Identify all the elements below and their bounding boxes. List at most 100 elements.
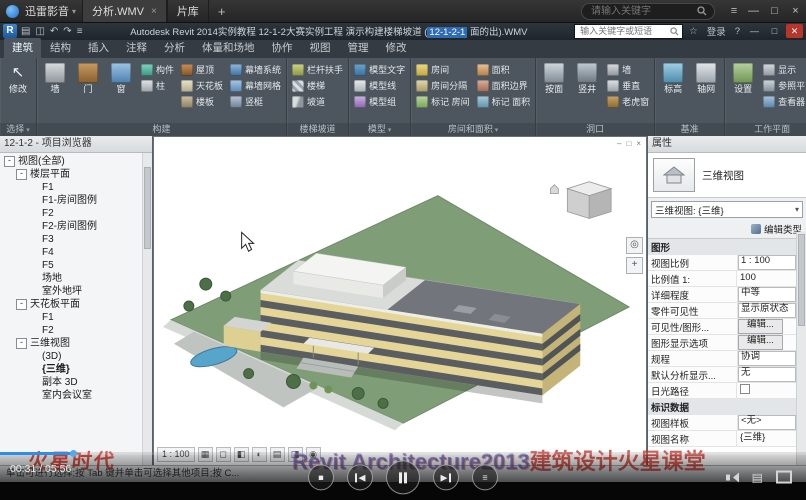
steering-wheel-icon[interactable]: ◎ [626, 237, 643, 254]
pause-button[interactable] [386, 460, 420, 494]
playlist-button[interactable]: ≡ [472, 464, 498, 490]
room-separator-button[interactable]: 房间分隔 [414, 78, 472, 93]
help-icon[interactable]: ? [732, 26, 743, 37]
ribbon-tab[interactable]: 视图 [302, 38, 339, 58]
type-selector[interactable]: 三维视图: {三维} ▾ [651, 201, 803, 218]
ceiling-button[interactable]: 天花板 [179, 78, 225, 93]
property-row[interactable]: 规程 协调 [648, 351, 797, 367]
ribbon-tab[interactable]: 注释 [118, 38, 155, 58]
wall-button[interactable]: 墙 [40, 60, 70, 121]
undo-icon[interactable]: ↶ [49, 26, 59, 37]
property-value[interactable]: 1 : 100 [737, 255, 796, 270]
curtain-grid-button[interactable]: 幕墙网格 [228, 78, 283, 93]
tree-item[interactable]: F4 [0, 246, 143, 259]
area-button[interactable]: 面积 [475, 62, 533, 77]
properties-scrollbar[interactable] [796, 232, 806, 466]
level-button[interactable]: 标高 [658, 60, 688, 121]
opening-by-face-button[interactable]: 按面 [539, 60, 569, 121]
tree-item[interactable]: {三维} [0, 363, 143, 376]
progress-knob[interactable] [70, 450, 77, 457]
property-row[interactable]: 零件可见性 显示原状态 [648, 303, 797, 319]
property-row[interactable]: 比例值 1: 100 [648, 271, 797, 287]
playlist-panel-icon[interactable]: ▤ [752, 471, 763, 483]
ribbon-tab[interactable]: 建筑 [4, 38, 41, 58]
component-button[interactable]: 构件 [139, 62, 176, 77]
zoom-icon[interactable]: + [626, 257, 643, 274]
column-button[interactable]: 柱 [139, 78, 176, 93]
grid-button[interactable]: 轴网 [691, 60, 721, 121]
property-row[interactable]: 图形 [648, 239, 797, 255]
property-row[interactable]: 默认分析显示... 无 [648, 367, 797, 383]
player-minimize-button[interactable]: — [743, 0, 764, 22]
property-value[interactable]: 100 [736, 271, 797, 286]
workplane-set-button[interactable]: 设置 [728, 60, 758, 121]
wall-opening-button[interactable]: 墙 [605, 62, 651, 77]
open-icon[interactable]: ▤ [20, 26, 31, 37]
tree-item[interactable]: 三维视图 [0, 337, 143, 350]
browser-scrollbar[interactable] [142, 153, 152, 466]
ribbon-tab[interactable]: 体量和场地 [194, 38, 263, 58]
ribbon-tab[interactable]: 结构 [42, 38, 79, 58]
stair-button[interactable]: 楼梯 [290, 78, 345, 93]
seek-bar[interactable] [0, 452, 806, 455]
tag-area-button[interactable]: 标记 面积 [475, 94, 533, 109]
tree-item[interactable]: F5 [0, 259, 143, 272]
revit-logo-icon[interactable]: R [3, 24, 17, 38]
tree-item[interactable]: F1-房间图例 [0, 194, 143, 207]
window-button[interactable]: 窗 [106, 60, 136, 121]
edit-type-button[interactable]: 编辑类型 [751, 222, 802, 236]
player-tab-library[interactable]: 片库 [167, 0, 209, 22]
player-search-box[interactable] [581, 3, 715, 20]
tree-expand-icon[interactable] [16, 338, 27, 349]
tree-item[interactable]: 室内会议室 [0, 389, 143, 402]
property-row[interactable]: 标识数据 [648, 399, 797, 415]
search-icon[interactable] [697, 6, 707, 16]
tree-item[interactable]: F1 [0, 181, 143, 194]
property-row[interactable]: 日光路径 [648, 383, 797, 399]
family-preview-box[interactable] [653, 158, 695, 192]
ribbon-tab[interactable]: 协作 [264, 38, 301, 58]
tree-item[interactable]: 场地 [0, 272, 143, 285]
revit-minimize-button[interactable]: — [746, 24, 763, 38]
model-text-button[interactable]: 模型文字 [352, 62, 407, 77]
tree-item[interactable]: 楼层平面 [0, 168, 143, 181]
tree-item[interactable]: 室外地坪 [0, 285, 143, 298]
scrollbar-thumb[interactable] [798, 234, 805, 326]
player-menu-icon[interactable]: ≡ [725, 5, 743, 17]
search-icon[interactable] [670, 27, 679, 36]
redo-icon[interactable]: ↷ [62, 26, 72, 37]
tree-item[interactable]: (3D) [0, 350, 143, 363]
room-button[interactable]: 房间 [414, 62, 472, 77]
ribbon-tab[interactable]: 修改 [378, 38, 415, 58]
revit-maximize-button[interactable]: □ [766, 24, 783, 38]
fullscreen-icon[interactable] [776, 471, 792, 484]
player-close-button[interactable]: × [785, 0, 806, 22]
tree-item[interactable]: 天花板平面 [0, 298, 143, 311]
tree-item[interactable]: 视图(全部) [0, 155, 143, 168]
tree-item[interactable]: F2-房间图例 [0, 220, 143, 233]
property-value[interactable]: 协调 [737, 351, 796, 366]
railing-button[interactable]: 栏杆扶手 [290, 62, 345, 77]
curtain-system-button[interactable]: 幕墙系统 [228, 62, 283, 77]
property-value[interactable]: 编辑... [737, 335, 783, 350]
view-close-icon[interactable]: × [636, 139, 641, 148]
ref-plane-button[interactable]: 参照平面 [761, 78, 806, 93]
tree-item[interactable]: F1 [0, 311, 143, 324]
property-row[interactable]: 图形显示选项 编辑... [648, 335, 797, 351]
volume-icon[interactable] [726, 472, 739, 482]
tree-expand-icon[interactable] [16, 169, 27, 180]
revit-close-button[interactable]: ✕ [786, 24, 803, 38]
property-value[interactable]: 编辑... [737, 319, 783, 334]
model-group-button[interactable]: 模型组 [352, 94, 407, 109]
model-line-button[interactable]: 模型线 [352, 78, 407, 93]
tag-room-button[interactable]: 标记 房间 [414, 94, 472, 109]
vertical-opening-button[interactable]: 垂直 [605, 78, 651, 93]
player-tab-video[interactable]: 分析.WMV × [82, 0, 167, 22]
tree-item[interactable]: F2 [0, 324, 143, 337]
print-icon[interactable]: ≡ [76, 26, 84, 37]
view-minimize-icon[interactable]: – [617, 139, 621, 148]
app-menu-caret-icon[interactable]: ▾ [72, 7, 76, 16]
view-restore-icon[interactable]: □ [626, 139, 631, 148]
property-row[interactable]: 视图比例 1 : 100 [648, 255, 797, 271]
signin-button[interactable]: 登录 [704, 24, 729, 38]
